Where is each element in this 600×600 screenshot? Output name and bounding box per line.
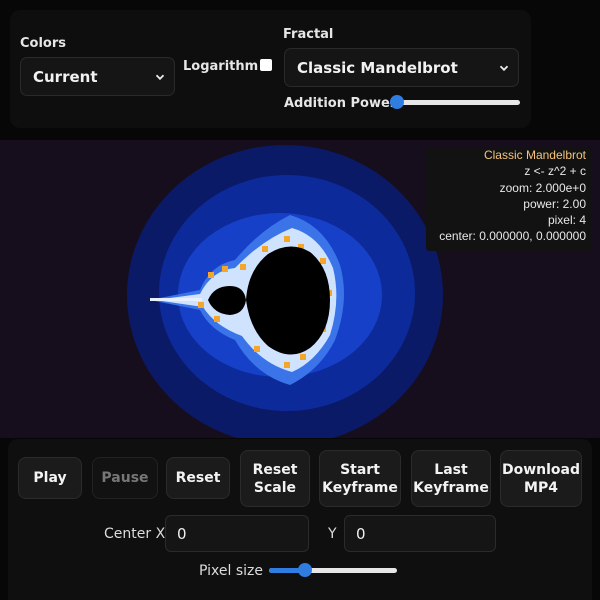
info-formula: z <- z^2 + c [524,164,586,179]
addition-power-slider[interactable] [390,93,520,111]
info-power: power: 2.00 [523,196,586,211]
last-keyframe-button[interactable]: Last Keyframe [411,450,491,507]
colors-select[interactable]: Current [20,57,175,96]
colors-label: Colors [20,36,67,51]
logarithm-checkbox[interactable] [260,59,272,71]
play-button[interactable]: Play [18,457,82,499]
fractal-label: Fractal [283,27,334,42]
info-center: center: 0.000000, 0.000000 [439,229,586,244]
center-x-input[interactable]: 0 [165,515,309,552]
slider-fill [269,568,301,573]
slider-track [390,100,520,105]
y-label: Y [328,526,337,542]
center-y-input[interactable]: 0 [344,515,496,552]
info-pixel: pixel: 4 [547,213,586,228]
reset-scale-button[interactable]: Reset Scale [240,450,310,507]
pixel-size-slider[interactable] [269,561,397,579]
chevron-down-icon [499,65,509,71]
center-x-label: Center X [104,526,166,542]
info-zoom: zoom: 2.000e+0 [499,180,586,195]
fractal-select-value: Classic Mandelbrot [297,58,458,77]
start-keyframe-button[interactable]: Start Keyframe [319,450,401,507]
download-mp4-button[interactable]: Download MP4 [500,450,582,507]
center-x-value: 0 [177,524,187,543]
colors-select-value: Current [33,67,98,86]
center-y-value: 0 [356,524,366,543]
slider-thumb[interactable] [297,563,312,577]
reset-button[interactable]: Reset [166,457,230,499]
addition-power-label: Addition Power [284,96,397,111]
chevron-down-icon [155,74,165,80]
pixel-size-label: Pixel size [199,563,263,579]
fractal-select[interactable]: Classic Mandelbrot [284,48,519,87]
fractal-info-panel: Classic Mandelbrot z <- z^2 + c zoom: 2.… [426,147,592,251]
pause-button[interactable]: Pause [92,457,158,499]
info-title: Classic Mandelbrot [483,148,586,162]
logarithm-label: Logarithm [183,59,259,74]
slider-thumb[interactable] [390,95,404,109]
mandelbrot-spike [150,298,202,301]
